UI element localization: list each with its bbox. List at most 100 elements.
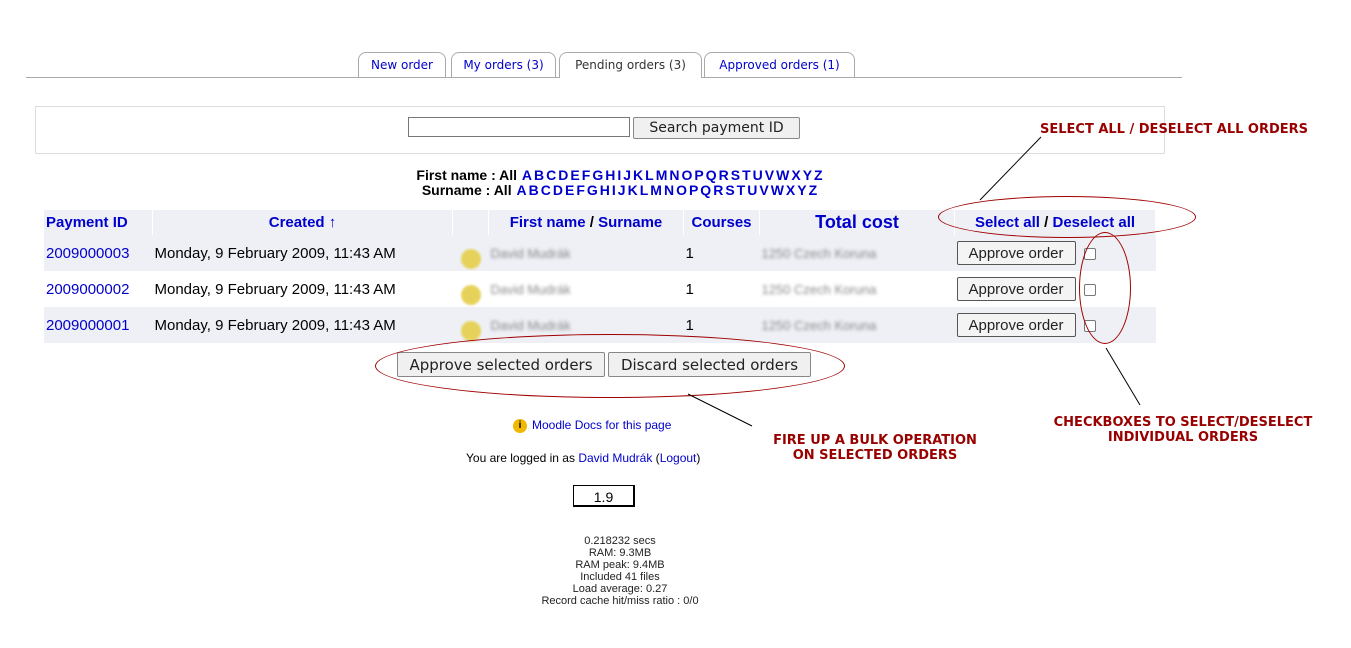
surname-letter-z[interactable]: Z (809, 182, 818, 198)
sort-first-name[interactable]: First name (510, 214, 586, 231)
user-avatar[interactable] (460, 285, 481, 305)
surname-letter-g[interactable]: G (587, 182, 598, 198)
surname-letter-s[interactable]: S (725, 182, 734, 198)
surname-letter-t[interactable]: T (737, 182, 746, 198)
firstname-letter-k[interactable]: K (633, 167, 643, 183)
firstname-letter-v[interactable]: V (765, 167, 774, 183)
surname-letter-j[interactable]: J (618, 182, 626, 198)
version-badge[interactable]: 1.9 (573, 485, 635, 507)
surname-letter-w[interactable]: W (771, 182, 784, 198)
surname-letter-x[interactable]: X (786, 182, 795, 198)
info-icon: i (513, 418, 527, 433)
firstname-letter-c[interactable]: C (546, 167, 556, 183)
firstname-letter-o[interactable]: O (682, 167, 693, 183)
total-cost-value: 1250 Czech Koruna (761, 281, 877, 297)
firstname-letter-b[interactable]: B (534, 167, 544, 183)
firstname-letter-n[interactable]: N (669, 167, 679, 183)
user-profile-link[interactable]: David Mudrák (578, 451, 652, 465)
firstname-letter-u[interactable]: U (753, 167, 763, 183)
user-name-link[interactable]: David Mudrák (491, 318, 571, 333)
col-created[interactable]: Created ↑ (152, 210, 453, 235)
course-count: 1 (683, 235, 760, 271)
firstname-letter-f[interactable]: F (582, 167, 591, 183)
user-name-link[interactable]: David Mudrák (491, 246, 571, 261)
surname-letter-n[interactable]: N (664, 182, 674, 198)
approve-order-button[interactable]: Approve order (956, 277, 1076, 301)
firstname-letter-m[interactable]: M (656, 167, 668, 183)
firstname-letter-l[interactable]: L (645, 167, 654, 183)
firstname-letter-z[interactable]: Z (814, 167, 823, 183)
bulk-highlight (375, 334, 845, 398)
surname-letter-v[interactable]: V (759, 182, 768, 198)
user-avatar[interactable] (460, 249, 481, 269)
surname-letter-a[interactable]: A (516, 182, 526, 198)
col-name: First name / Surname (488, 210, 684, 235)
firstname-letter-d[interactable]: D (558, 167, 568, 183)
firstname-letter-e[interactable]: E (570, 167, 579, 183)
select-all-highlight (938, 196, 1196, 238)
payment-id-link[interactable]: 2009000002 (46, 281, 129, 298)
firstname-letter-p[interactable]: P (694, 167, 703, 183)
created-date: Monday, 9 February 2009, 11:43 AM (152, 235, 453, 271)
created-date: Monday, 9 February 2009, 11:43 AM (152, 271, 453, 307)
surname-letter-i[interactable]: I (612, 182, 616, 198)
tab-approved-orders[interactable]: Approved orders (1) (704, 52, 855, 77)
total-cost-value: 1250 Czech Koruna (761, 317, 877, 333)
user-avatar[interactable] (460, 321, 481, 341)
table-row: 2009000003 Monday, 9 February 2009, 11:4… (44, 235, 1156, 271)
moodle-docs-link[interactable]: i Moodle Docs for this page (513, 418, 671, 433)
search-payment-button[interactable]: Search payment ID (633, 117, 800, 139)
firstname-letter-g[interactable]: G (592, 167, 603, 183)
surname-filter-label: Surname : (421, 182, 491, 198)
surname-letter-l[interactable]: L (640, 182, 649, 198)
tab-pending-orders[interactable]: Pending orders (3) (559, 52, 702, 78)
col-payment-id[interactable]: Payment ID (44, 210, 153, 235)
surname-letter-p[interactable]: P (689, 182, 698, 198)
surname-letter-u[interactable]: U (747, 182, 757, 198)
surname-letter-r[interactable]: R (713, 182, 723, 198)
approve-order-button[interactable]: Approve order (956, 241, 1076, 265)
surname-letter-f[interactable]: F (576, 182, 585, 198)
firstname-letter-a[interactable]: A (522, 167, 532, 183)
col-picture (452, 210, 489, 235)
user-name-link[interactable]: David Mudrák (491, 282, 571, 297)
surname-letter-c[interactable]: C (541, 182, 551, 198)
payment-id-link[interactable]: 2009000001 (46, 317, 129, 334)
surname-filter-all[interactable]: All (494, 182, 512, 198)
firstname-letter-i[interactable]: I (617, 167, 621, 183)
firstname-letter-x[interactable]: X (791, 167, 800, 183)
firstname-letter-y[interactable]: Y (803, 167, 812, 183)
tab-new-order[interactable]: New order (358, 52, 446, 77)
surname-letter-e[interactable]: E (565, 182, 574, 198)
surname-letter-y[interactable]: Y (797, 182, 806, 198)
surname-letter-d[interactable]: D (553, 182, 563, 198)
surname-letter-q[interactable]: Q (700, 182, 711, 198)
col-courses[interactable]: Courses (683, 210, 760, 235)
payment-id-link[interactable]: 2009000003 (46, 245, 129, 262)
approve-order-button[interactable]: Approve order (956, 313, 1076, 337)
logout-link[interactable]: Logout (660, 451, 697, 465)
firstname-letter-s[interactable]: S (731, 167, 740, 183)
sort-surname[interactable]: Surname (598, 214, 662, 231)
firstname-letter-q[interactable]: Q (706, 167, 717, 183)
firstname-letter-j[interactable]: J (623, 167, 631, 183)
firstname-letter-w[interactable]: W (776, 167, 789, 183)
surname-letter-b[interactable]: B (529, 182, 539, 198)
created-date: Monday, 9 February 2009, 11:43 AM (152, 307, 453, 343)
col-total-cost[interactable]: Total cost (759, 210, 955, 235)
surname-letter-o[interactable]: O (676, 182, 687, 198)
firstname-filter-all[interactable]: All (499, 167, 517, 183)
surname-letter-k[interactable]: K (628, 182, 638, 198)
surname-letter-h[interactable]: H (600, 182, 610, 198)
annotation-checkboxes: CHECKBOXES TO SELECT/DESELECT INDIVIDUAL… (1053, 415, 1313, 445)
tab-my-orders[interactable]: My orders (3) (451, 52, 556, 77)
search-input[interactable] (408, 117, 630, 137)
sort-arrow-icon: ↑ (328, 214, 337, 231)
total-cost-value: 1250 Czech Koruna (761, 245, 877, 261)
firstname-letter-h[interactable]: H (605, 167, 615, 183)
firstname-letter-r[interactable]: R (719, 167, 729, 183)
firstname-letter-t[interactable]: T (742, 167, 751, 183)
performance-info: 0.218232 secs RAM: 9.3MB RAM peak: 9.4MB… (541, 535, 699, 607)
course-count: 1 (683, 271, 760, 307)
surname-letter-m[interactable]: M (650, 182, 662, 198)
